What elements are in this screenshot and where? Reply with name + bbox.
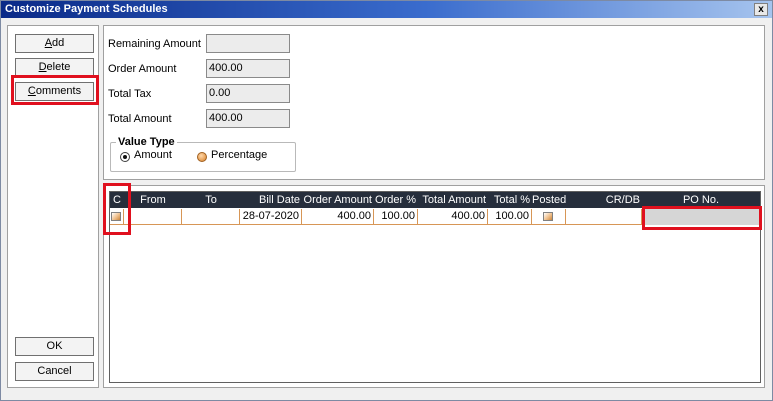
- column-header-total-pct[interactable]: Total %: [488, 192, 532, 208]
- amount-radio-label[interactable]: Amount: [134, 149, 172, 161]
- order-amount-cell[interactable]: 400.00: [302, 209, 374, 225]
- amount-radio[interactable]: [120, 152, 130, 162]
- column-header-total-amount[interactable]: Total Amount: [418, 192, 488, 208]
- column-header-to[interactable]: To: [182, 192, 240, 208]
- add-button[interactable]: Add: [15, 34, 94, 53]
- posted-cell: [532, 209, 566, 225]
- total-amount-cell[interactable]: 400.00: [418, 209, 488, 225]
- order-amount-label: Order Amount: [108, 63, 177, 75]
- bill-date-cell[interactable]: 28-07-2020: [240, 209, 302, 225]
- close-button[interactable]: x: [754, 3, 768, 16]
- percentage-radio[interactable]: [197, 152, 207, 162]
- order-pct-cell[interactable]: 100.00: [374, 209, 418, 225]
- c-column-highlight-box: [103, 183, 131, 235]
- column-header-bill-date[interactable]: Bill Date: [240, 192, 302, 208]
- customize-payment-schedules-dialog: Customize Payment Schedules x Add Delete…: [0, 0, 773, 401]
- amounts-panel: Remaining Amount Order Amount 400.00 Tot…: [103, 25, 765, 180]
- column-header-order-amount[interactable]: Order Amount: [302, 192, 374, 208]
- to-cell[interactable]: [182, 209, 240, 225]
- value-type-legend: Value Type: [116, 136, 177, 148]
- value-type-group: Value Type Amount Percentage: [110, 136, 296, 172]
- title-bar: Customize Payment Schedules x: [1, 1, 772, 18]
- column-header-from[interactable]: From: [124, 192, 182, 208]
- total-amount-label: Total Amount: [108, 113, 172, 125]
- po-no-highlight-box: [642, 206, 762, 230]
- total-amount-field[interactable]: 400.00: [206, 109, 290, 128]
- ok-button[interactable]: OK: [15, 337, 94, 356]
- comments-highlight-box: [11, 75, 99, 105]
- total-pct-cell[interactable]: 100.00: [488, 209, 532, 225]
- dialog-title: Customize Payment Schedules: [5, 3, 168, 15]
- total-tax-field[interactable]: 0.00: [206, 84, 290, 103]
- crdb-amount-cell[interactable]: [566, 209, 642, 225]
- cancel-button[interactable]: Cancel: [15, 362, 94, 381]
- posted-checkbox[interactable]: [543, 212, 553, 221]
- from-cell[interactable]: [124, 209, 182, 225]
- order-amount-field[interactable]: 400.00: [206, 59, 290, 78]
- total-tax-label: Total Tax: [108, 88, 152, 100]
- column-header-order-pct[interactable]: Order %: [374, 192, 418, 208]
- column-header-crdb-amount[interactable]: CR/DB Amount: [566, 192, 642, 222]
- remaining-amount-field[interactable]: [206, 34, 290, 53]
- remaining-amount-label: Remaining Amount: [108, 38, 201, 50]
- percentage-radio-label[interactable]: Percentage: [211, 149, 267, 161]
- column-header-posted[interactable]: Posted: [532, 192, 566, 208]
